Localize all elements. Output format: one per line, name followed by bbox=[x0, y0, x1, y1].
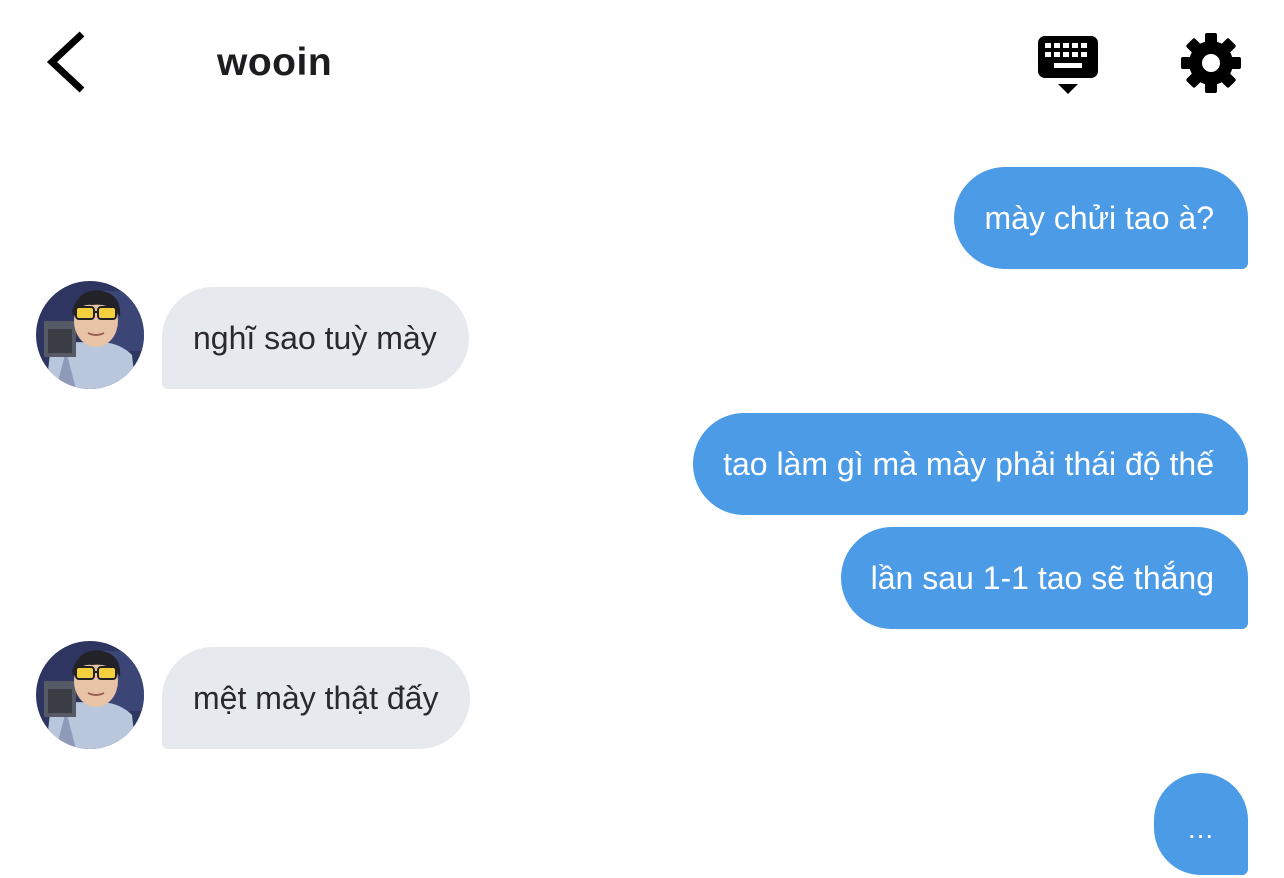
typing-indicator: ... bbox=[1154, 773, 1248, 875]
avatar[interactable] bbox=[36, 641, 144, 749]
message-bubble-outgoing[interactable]: lần sau 1-1 tao sẽ thắng bbox=[840, 527, 1248, 629]
chevron-left-icon bbox=[46, 31, 85, 93]
typing-indicator-text: ... bbox=[1187, 813, 1215, 844]
message-text: mày chửi tao à? bbox=[984, 200, 1214, 236]
avatar[interactable] bbox=[36, 281, 144, 389]
message-bubble-incoming[interactable]: mệt mày thật đấy bbox=[162, 647, 471, 749]
message-text: tao làm gì mà mày phải thái độ thế bbox=[723, 446, 1214, 482]
keyboard-toggle-button[interactable] bbox=[1036, 34, 1100, 98]
message-text: mệt mày thật đấy bbox=[193, 680, 439, 716]
avatar-image bbox=[36, 281, 144, 389]
chat-screen: wooin mày chửi tao à? nghĩ sao tuỳ mày t… bbox=[0, 0, 1284, 878]
page-title: wooin bbox=[217, 41, 333, 84]
back-button[interactable] bbox=[38, 26, 94, 98]
keyboard-hide-icon bbox=[1038, 36, 1098, 94]
message-text: nghĩ sao tuỳ mày bbox=[193, 320, 437, 356]
gear-icon bbox=[1181, 33, 1241, 93]
message-bubble-incoming[interactable]: nghĩ sao tuỳ mày bbox=[162, 287, 469, 389]
avatar-image bbox=[36, 641, 144, 749]
settings-button[interactable] bbox=[1180, 32, 1242, 94]
message-text: lần sau 1-1 tao sẽ thắng bbox=[870, 560, 1214, 596]
chat-header: wooin bbox=[0, 0, 1284, 130]
message-bubble-outgoing[interactable]: mày chửi tao à? bbox=[954, 167, 1248, 269]
message-bubble-outgoing[interactable]: tao làm gì mà mày phải thái độ thế bbox=[693, 413, 1248, 515]
